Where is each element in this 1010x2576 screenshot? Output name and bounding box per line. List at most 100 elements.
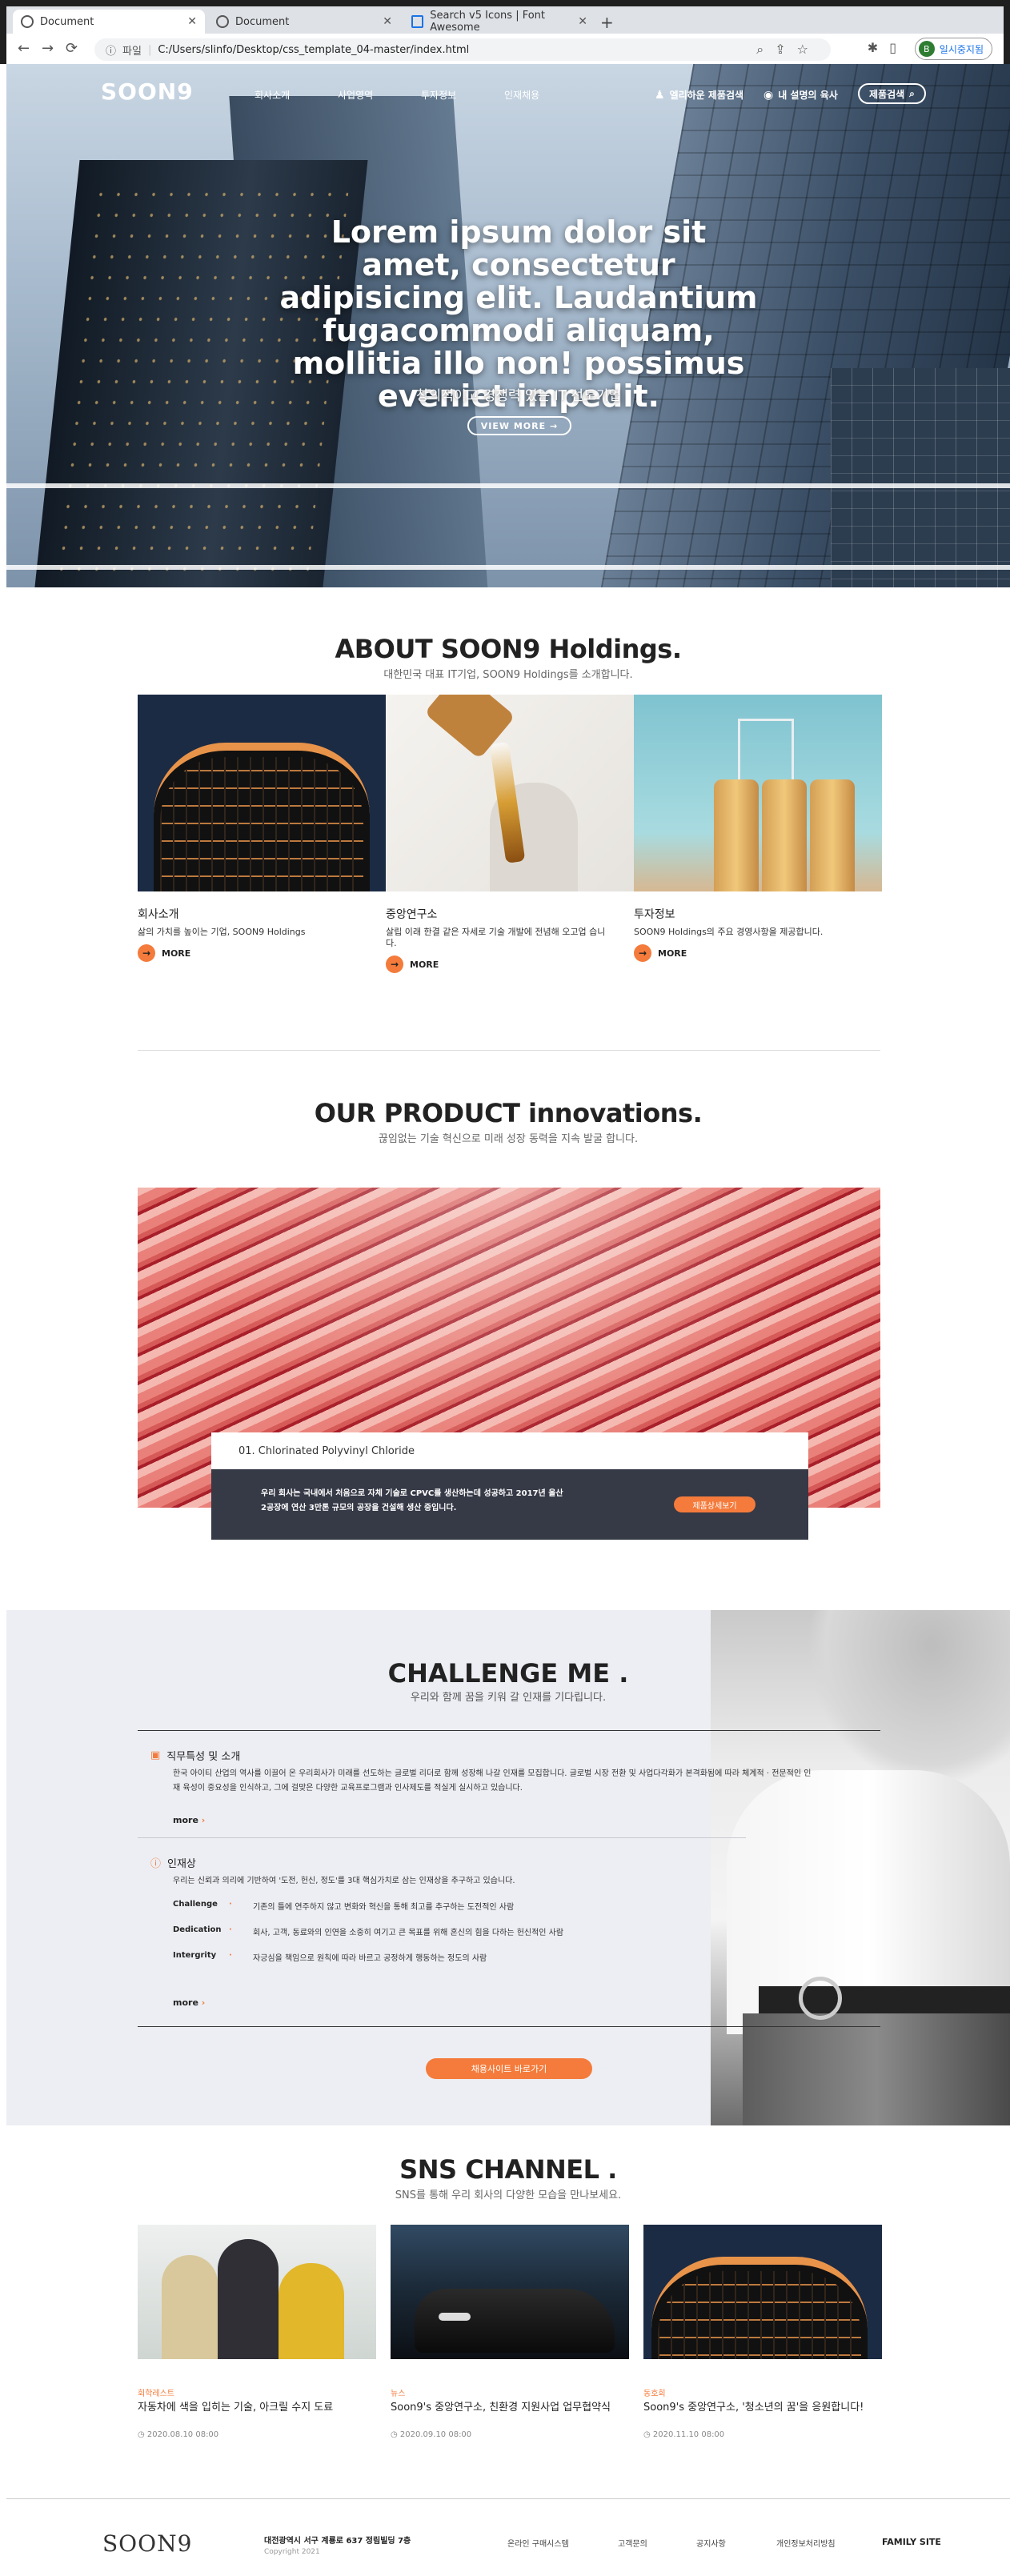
more-link[interactable]: more › — [173, 1997, 205, 2008]
clock-icon: ◷ — [138, 2430, 147, 2439]
value-text: 자긍심을 책임으로 원칙에 따라 바르고 공정하게 행동하는 정도의 사람 — [253, 1954, 487, 1963]
top-navigation: SOON9 회사소개 사업영역 투자정보 인재채용 ♟ 엘리하운 제품검색 ◉ … — [6, 64, 1010, 125]
more-link[interactable]: more › — [173, 1815, 205, 1825]
about-card-research: 중앙연구소 살립 이래 한결 같은 자세로 기술 개발에 전념해 오고업 습니다… — [386, 695, 634, 973]
about-card-investment: 투자정보 SOON9 Holdings의 주요 경영사항을 제공합니다. → MO… — [634, 695, 882, 962]
url-text: C:/Users/slinfo/Desktop/css_template_04-… — [158, 43, 470, 56]
footer-divider — [6, 2498, 1010, 2499]
util-link-product-search[interactable]: ♟ 엘리하운 제품검색 — [655, 88, 743, 102]
sns-category: 회학레스트 — [138, 2390, 174, 2398]
date-text: 2020.08.10 08:00 — [146, 2430, 219, 2439]
sns-post-title: 자동차에 색을 입히는 기술, 아크릴 수지 도료 — [138, 2402, 334, 2414]
web-page: SOON9 회사소개 사업영역 투자정보 인재채용 ♟ 엘리하운 제품검색 ◉ … — [6, 64, 1010, 2576]
clock-icon: ◷ — [391, 2430, 400, 2439]
new-tab-button[interactable]: + — [600, 13, 614, 32]
tower-photo — [643, 2225, 882, 2359]
close-icon[interactable]: ✕ — [578, 15, 587, 28]
forward-icon[interactable]: → — [42, 40, 54, 57]
nav-item-recruit[interactable]: 인재채용 — [504, 88, 539, 102]
address-bar: ← → ⟳ ⓘ 파일 | C:/Users/slinfo/Desktop/css… — [6, 34, 1004, 64]
file-info-icon: ⓘ — [106, 45, 117, 58]
product-detail-button[interactable]: 제품상세보기 — [674, 1496, 755, 1512]
site-logo[interactable]: SOON9 — [101, 78, 194, 105]
util-link-guide[interactable]: ◉ 내 설명의 육사 — [764, 88, 838, 102]
sns-subtitle: SNS를 통해 우리 회사의 다양한 모습을 만나보세요. — [395, 2189, 622, 2201]
value-text: 회사, 고객, 동료와의 인연을 소중히 여기고 큰 목표를 위해 혼신의 힘을… — [253, 1929, 564, 1937]
hero-section: SOON9 회사소개 사업영역 투자정보 인재채용 ♟ 엘리하운 제품검색 ◉ … — [6, 64, 1010, 587]
divider: | — [147, 43, 152, 56]
nav-item-business[interactable]: 사업영역 — [338, 88, 373, 102]
back-icon[interactable]: ← — [18, 40, 30, 57]
divider — [6, 565, 1010, 570]
user-icon: ♟ — [655, 88, 665, 102]
tower-image — [138, 695, 386, 891]
about-title: ABOUT SOON9 Holdings. — [335, 634, 682, 664]
profile-paused-button[interactable]: B 일시중지됨 — [914, 38, 992, 60]
extension-icons[interactable]: ✱▯ — [868, 40, 908, 55]
footer-link-purchase[interactable]: 온라인 구매시스템 — [507, 2537, 569, 2549]
search-icon: ⌕ — [909, 87, 915, 99]
flag-icon — [411, 15, 424, 28]
product-search-button[interactable]: 제품검색 ⌕ — [858, 83, 926, 104]
close-icon[interactable]: ✕ — [383, 15, 392, 28]
nav-item-company[interactable]: 회사소개 — [255, 88, 290, 102]
heading-label: 직무특성 및 소개 — [166, 1751, 241, 1763]
card-title: 중앙연구소 — [386, 908, 438, 921]
chevron-right-icon: › — [201, 1815, 206, 1825]
footer-copyright: Copyright 2021 — [264, 2548, 320, 2556]
chevron-right-icon: › — [201, 1997, 206, 2008]
nav-item-investment[interactable]: 투자정보 — [421, 88, 456, 102]
challenge-title: CHALLENGE ME . — [387, 1658, 629, 1689]
divider — [138, 1730, 880, 1731]
omnibox-icons[interactable]: ⌕⇪☆ — [756, 42, 820, 58]
tab-label: Document — [235, 15, 290, 28]
search-label: 제품검색 — [869, 88, 905, 100]
job-heading: ▣ 직무특성 및 소개 — [150, 1748, 240, 1763]
section-divider — [138, 1050, 880, 1051]
tab-document-2[interactable]: Document ✕ — [208, 10, 400, 34]
more-link[interactable]: → MORE — [634, 944, 882, 962]
family-site-link[interactable]: FAMILY SITE — [882, 2537, 941, 2547]
sns-card[interactable]: 회학레스트 자동차에 색을 입히는 기술, 아크릴 수지 도료 ◷ 2020.0… — [138, 2225, 376, 2439]
sns-card[interactable]: 뉴스 Soon9's 중앙연구소, 친환경 지원사업 업무협약식 ◷ 2020.… — [391, 2225, 629, 2439]
browser-chrome: Document ✕ Document ✕ Search v5 Icons | … — [0, 0, 1010, 64]
footer-link-notice[interactable]: 공지사항 — [696, 2537, 726, 2549]
more-link[interactable]: → MORE — [138, 944, 386, 962]
bullet: · — [229, 1951, 232, 1960]
url-field[interactable]: ⓘ 파일 | C:/Users/slinfo/Desktop/css_templ… — [94, 38, 831, 61]
more-label: more — [173, 1815, 198, 1825]
sns-card[interactable]: 동호회 Soon9's 중앙연구소, '청소년의 꿈'을 응원합니다! ◷ 20… — [643, 2225, 882, 2439]
recruit-site-button[interactable]: 채용사이트 바로가기 — [426, 2058, 592, 2079]
reload-icon[interactable]: ⟳ — [66, 40, 78, 57]
card-title: 투자정보 — [634, 908, 675, 921]
value-row: Challenge · 기존의 틀에 연주하지 않고 변화와 혁신을 통해 최고를 … — [173, 1900, 514, 1912]
talent-heading: ⓘ 인재상 — [150, 1855, 196, 1870]
close-icon[interactable]: ✕ — [187, 15, 197, 28]
footer-link-inquiry[interactable]: 고객문의 — [618, 2537, 647, 2549]
sns-date: ◷ 2020.11.10 08:00 — [643, 2430, 882, 2439]
footer-address: 대전광역시 서구 계룡로 637 정림빌딩 7층 — [264, 2537, 411, 2546]
globe-icon — [216, 15, 229, 28]
product-info-box: 01. Chlorinated Polyvinyl Chloride 우리 회사… — [211, 1432, 808, 1540]
card-desc: 삶의 가치를 높이는 기업, SOON9 Holdings — [138, 927, 306, 937]
footer-logo[interactable]: SOON9 — [102, 2530, 192, 2557]
arrow-right-icon: → — [634, 944, 651, 962]
talent-text: 우리는 신뢰과 의리에 기반하여 '도전, 헌신, 정도'를 3대 핵심가치로 … — [173, 1877, 515, 1885]
divider — [138, 2026, 880, 2027]
arrow-right-icon: → — [138, 944, 155, 962]
challenge-subtitle: 우리와 함께 꿈을 키워 갈 인재를 기다립니다. — [410, 1692, 607, 1704]
car-photo — [391, 2225, 629, 2359]
divider — [138, 1837, 746, 1838]
view-more-button[interactable]: VIEW MORE → — [467, 416, 571, 435]
more-link[interactable]: → MORE — [386, 955, 634, 973]
tab-document-1[interactable]: Document ✕ — [13, 10, 205, 34]
product-subtitle: 끊임없는 기술 혁신으로 미래 성장 동력을 지속 발굴 합니다. — [378, 1133, 639, 1145]
job-text: 한국 아이티 산업의 역사를 이끌어 온 우리회사가 미래를 선도하는 글로벌 … — [173, 1769, 812, 1793]
more-label: MORE — [162, 947, 191, 959]
footer-link-privacy[interactable]: 개인정보처리방침 — [776, 2537, 836, 2549]
avatar: B — [918, 41, 935, 57]
tab-font-awesome[interactable]: Search v5 Icons | Font Awesome ✕ — [403, 10, 595, 34]
bullet: · — [229, 1925, 232, 1934]
bullet: · — [229, 1900, 232, 1909]
value-row: Dedication · 회사, 고객, 동료와의 인연을 소중히 여기고 큰 목표… — [173, 1925, 563, 1937]
